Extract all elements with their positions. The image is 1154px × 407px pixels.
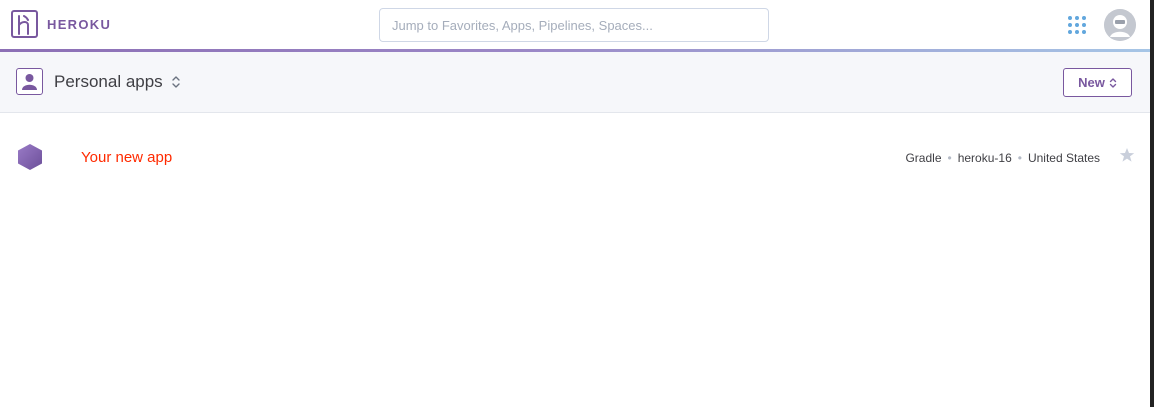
app-stack: heroku-16 xyxy=(957,151,1012,165)
heroku-logo-icon xyxy=(11,10,38,38)
user-avatar-icon[interactable] xyxy=(1104,9,1136,41)
new-button[interactable]: New xyxy=(1063,68,1132,97)
context-switcher-title[interactable]: Personal apps xyxy=(54,72,163,92)
heroku-logo[interactable]: HEROKU xyxy=(11,10,111,38)
app-region: United States xyxy=(1027,151,1100,165)
star-icon[interactable] xyxy=(1119,147,1135,163)
grid-dots-icon[interactable] xyxy=(1068,16,1086,34)
search-input[interactable] xyxy=(379,8,769,42)
up-down-caret-icon xyxy=(1109,77,1117,88)
up-down-caret-icon[interactable] xyxy=(170,74,182,90)
window-edge xyxy=(1150,0,1154,407)
app-language: Gradle xyxy=(905,151,942,165)
context-bar: Personal apps New xyxy=(0,52,1154,113)
app-metadata: Gradle • heroku-16 • United States xyxy=(905,151,1100,165)
separator-dot: • xyxy=(947,151,952,165)
separator-dot: • xyxy=(1017,151,1022,165)
new-button-label: New xyxy=(1078,75,1105,90)
app-list-item[interactable]: Your new app Gradle • heroku-16 • United… xyxy=(0,114,1154,200)
person-icon xyxy=(16,68,43,95)
hexagon-app-icon xyxy=(18,144,42,170)
brand-name: HEROKU xyxy=(47,16,112,32)
app-name-link[interactable]: Your new app xyxy=(81,149,172,166)
top-navbar: HEROKU xyxy=(0,0,1154,50)
